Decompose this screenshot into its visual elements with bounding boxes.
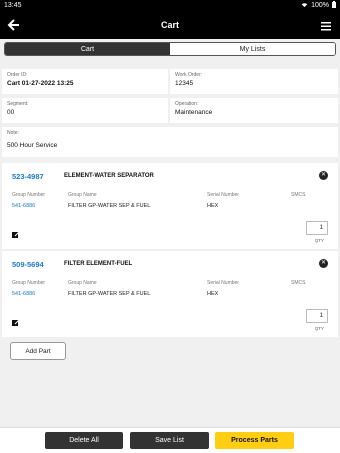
- group-name-header: Group Name: [68, 192, 97, 198]
- operation-field[interactable]: Operation: Maintenance: [170, 98, 338, 123]
- app-bar: Cart: [0, 11, 340, 39]
- status-time: 13:45: [4, 2, 22, 9]
- group-number-link[interactable]: 541-6886: [12, 203, 35, 209]
- bottom-action-bar: Delete All Save List Process Parts: [0, 427, 340, 453]
- group-number-header: Group Number: [12, 280, 46, 286]
- work-order-field[interactable]: Work Order: 12345: [170, 69, 338, 94]
- order-id-value: Cart 01-27-2022 13:25: [7, 80, 74, 87]
- note-label: Note:: [7, 130, 19, 136]
- cart-item: 523-4987 ELEMENT-WATER SEPARATOR ✕ Group…: [2, 163, 338, 249]
- operation-value: Maintenance: [175, 109, 213, 116]
- order-id-label: Order ID:: [7, 72, 28, 78]
- smcs-header: SMCS: [291, 192, 306, 198]
- part-number-link[interactable]: 509-5694: [12, 260, 44, 269]
- page-title: Cart: [160, 20, 179, 30]
- group-number-header: Group Number: [12, 192, 46, 198]
- group-name-value: FILTER GP-WATER SEP & FUEL: [68, 203, 151, 209]
- tab-my-lists[interactable]: My Lists: [170, 43, 335, 55]
- part-name: FILTER ELEMENT-FUEL: [64, 261, 133, 267]
- work-order-value: 12345: [175, 80, 194, 87]
- quantity-input[interactable]: 1: [306, 221, 328, 235]
- edit-icon[interactable]: [12, 226, 20, 238]
- group-name-value: FILTER GP-WATER SEP & FUEL: [68, 291, 151, 297]
- work-order-label: Work Order:: [175, 72, 203, 78]
- tab-bar: Cart My Lists: [4, 42, 336, 56]
- cart-item: 509-5694 FILTER ELEMENT-FUEL ✕ Group Num…: [2, 251, 338, 337]
- order-id-field: Order ID: Cart 01-27-2022 13:25: [2, 69, 168, 94]
- save-list-button[interactable]: Save List: [130, 432, 209, 449]
- battery-icon: [332, 1, 336, 10]
- remove-item-icon[interactable]: ✕: [319, 171, 328, 180]
- segment-field[interactable]: Segment: 00: [2, 98, 168, 123]
- wifi-icon: [301, 2, 308, 10]
- tab-cart[interactable]: Cart: [5, 43, 170, 55]
- segment-label: Segment:: [7, 101, 29, 107]
- delete-all-button[interactable]: Delete All: [45, 432, 123, 449]
- battery-level: 100%: [311, 2, 329, 9]
- back-arrow-icon[interactable]: [6, 17, 22, 33]
- status-bar: 13:45 100%: [0, 0, 340, 11]
- smcs-header: SMCS: [291, 280, 306, 286]
- serial-number-header: Serial Number: [207, 280, 239, 286]
- process-parts-button[interactable]: Process Parts: [215, 432, 294, 449]
- group-number-link[interactable]: 541-6886: [12, 291, 35, 297]
- quantity-label: QTY: [314, 238, 324, 243]
- status-right: 100%: [301, 1, 336, 10]
- quantity-label: QTY: [314, 326, 324, 331]
- add-part-button[interactable]: Add Part: [10, 342, 66, 360]
- segment-value: 00: [7, 109, 15, 116]
- group-name-header: Group Name: [68, 280, 97, 286]
- operation-label: Operation:: [175, 101, 199, 107]
- quantity-input[interactable]: 1: [306, 309, 328, 323]
- serial-number-header: Serial Number: [207, 192, 239, 198]
- note-value: 500 Hour Service: [7, 142, 58, 149]
- hamburger-menu-icon[interactable]: [320, 19, 332, 31]
- edit-icon[interactable]: [12, 314, 20, 326]
- remove-item-icon[interactable]: ✕: [319, 259, 328, 268]
- serial-number-value: HEX: [207, 291, 219, 297]
- note-field[interactable]: Note: 500 Hour Service: [2, 127, 338, 157]
- serial-number-value: HEX: [207, 203, 219, 209]
- part-name: ELEMENT-WATER SEPARATOR: [64, 173, 154, 179]
- part-number-link[interactable]: 523-4987: [12, 172, 44, 181]
